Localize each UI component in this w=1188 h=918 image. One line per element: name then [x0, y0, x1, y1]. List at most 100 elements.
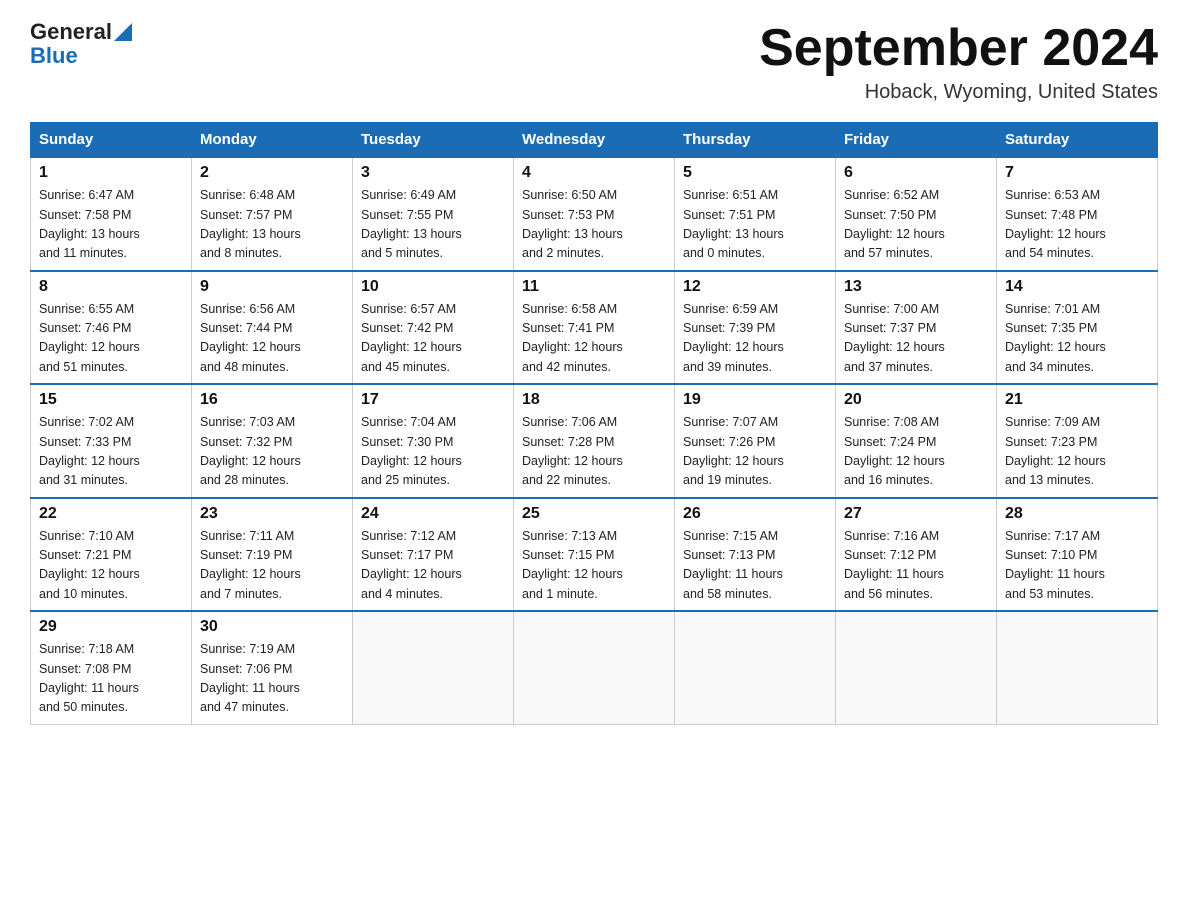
weekday-header-saturday: Saturday [997, 123, 1158, 158]
day-number: 22 [39, 505, 183, 523]
day-info: Sunrise: 7:08 AM Sunset: 7:24 PM Dayligh… [844, 413, 988, 491]
day-number: 21 [1005, 391, 1149, 409]
day-number: 9 [200, 278, 344, 296]
calendar-cell: 27 Sunrise: 7:16 AM Sunset: 7:12 PM Dayli… [836, 498, 997, 612]
calendar-cell: 15 Sunrise: 7:02 AM Sunset: 7:33 PM Dayli… [31, 384, 192, 498]
logo: General Blue [30, 20, 132, 68]
calendar-cell: 4 Sunrise: 6:50 AM Sunset: 7:53 PM Daylig… [514, 157, 675, 271]
day-number: 20 [844, 391, 988, 409]
day-info: Sunrise: 7:12 AM Sunset: 7:17 PM Dayligh… [361, 527, 505, 605]
calendar-cell: 30 Sunrise: 7:19 AM Sunset: 7:06 PM Dayli… [192, 611, 353, 724]
day-number: 29 [39, 618, 183, 636]
day-info: Sunrise: 7:02 AM Sunset: 7:33 PM Dayligh… [39, 413, 183, 491]
calendar-cell: 28 Sunrise: 7:17 AM Sunset: 7:10 PM Dayli… [997, 498, 1158, 612]
day-info: Sunrise: 7:09 AM Sunset: 7:23 PM Dayligh… [1005, 413, 1149, 491]
day-number: 30 [200, 618, 344, 636]
day-info: Sunrise: 7:06 AM Sunset: 7:28 PM Dayligh… [522, 413, 666, 491]
calendar-cell: 23 Sunrise: 7:11 AM Sunset: 7:19 PM Dayli… [192, 498, 353, 612]
day-number: 7 [1005, 164, 1149, 182]
calendar-table: SundayMondayTuesdayWednesdayThursdayFrid… [30, 122, 1158, 725]
weekday-header-wednesday: Wednesday [514, 123, 675, 158]
day-info: Sunrise: 6:51 AM Sunset: 7:51 PM Dayligh… [683, 186, 827, 264]
logo-general: General [30, 20, 112, 44]
day-number: 28 [1005, 505, 1149, 523]
calendar-cell: 11Sunrise: 6:58 AM Sunset: 7:41 PM Dayli… [514, 271, 675, 385]
day-number: 17 [361, 391, 505, 409]
day-info: Sunrise: 7:01 AM Sunset: 7:35 PM Dayligh… [1005, 300, 1149, 378]
day-number: 13 [844, 278, 988, 296]
calendar-cell [514, 611, 675, 724]
calendar-title: September 2024 [759, 20, 1158, 77]
week-row-4: 22Sunrise: 7:10 AM Sunset: 7:21 PM Dayli… [31, 498, 1158, 612]
day-number: 2 [200, 164, 344, 182]
calendar-cell: 13 Sunrise: 7:00 AM Sunset: 7:37 PM Dayli… [836, 271, 997, 385]
day-info: Sunrise: 6:53 AM Sunset: 7:48 PM Dayligh… [1005, 186, 1149, 264]
day-info: Sunrise: 7:00 AM Sunset: 7:37 PM Dayligh… [844, 300, 988, 378]
day-info: Sunrise: 7:16 AM Sunset: 7:12 PM Dayligh… [844, 527, 988, 605]
day-info: Sunrise: 7:19 AM Sunset: 7:06 PM Dayligh… [200, 640, 344, 718]
day-info: Sunrise: 7:17 AM Sunset: 7:10 PM Dayligh… [1005, 527, 1149, 605]
calendar-cell: 9 Sunrise: 6:56 AM Sunset: 7:44 PM Daylig… [192, 271, 353, 385]
day-info: Sunrise: 6:56 AM Sunset: 7:44 PM Dayligh… [200, 300, 344, 378]
calendar-cell: 3Sunrise: 6:49 AM Sunset: 7:55 PM Daylig… [353, 157, 514, 271]
day-number: 19 [683, 391, 827, 409]
calendar-cell: 16 Sunrise: 7:03 AM Sunset: 7:32 PM Dayli… [192, 384, 353, 498]
calendar-cell: 14Sunrise: 7:01 AM Sunset: 7:35 PM Dayli… [997, 271, 1158, 385]
calendar-cell: 1 Sunrise: 6:47 AM Sunset: 7:58 PM Daylig… [31, 157, 192, 271]
weekday-header-monday: Monday [192, 123, 353, 158]
weekday-header-sunday: Sunday [31, 123, 192, 158]
day-number: 23 [200, 505, 344, 523]
day-info: Sunrise: 6:59 AM Sunset: 7:39 PM Dayligh… [683, 300, 827, 378]
day-info: Sunrise: 6:50 AM Sunset: 7:53 PM Dayligh… [522, 186, 666, 264]
day-info: Sunrise: 6:55 AM Sunset: 7:46 PM Dayligh… [39, 300, 183, 378]
day-info: Sunrise: 6:48 AM Sunset: 7:57 PM Dayligh… [200, 186, 344, 264]
calendar-cell: 22Sunrise: 7:10 AM Sunset: 7:21 PM Dayli… [31, 498, 192, 612]
week-row-2: 8Sunrise: 6:55 AM Sunset: 7:46 PM Daylig… [31, 271, 1158, 385]
day-number: 4 [522, 164, 666, 182]
calendar-cell: 8Sunrise: 6:55 AM Sunset: 7:46 PM Daylig… [31, 271, 192, 385]
day-number: 5 [683, 164, 827, 182]
day-number: 3 [361, 164, 505, 182]
day-info: Sunrise: 7:07 AM Sunset: 7:26 PM Dayligh… [683, 413, 827, 491]
day-number: 27 [844, 505, 988, 523]
week-row-1: 1 Sunrise: 6:47 AM Sunset: 7:58 PM Daylig… [31, 157, 1158, 271]
calendar-cell: 7 Sunrise: 6:53 AM Sunset: 7:48 PM Daylig… [997, 157, 1158, 271]
day-number: 18 [522, 391, 666, 409]
calendar-subtitle: Hoback, Wyoming, United States [759, 81, 1158, 104]
title-block: September 2024 Hoback, Wyoming, United S… [759, 20, 1158, 104]
day-info: Sunrise: 7:03 AM Sunset: 7:32 PM Dayligh… [200, 413, 344, 491]
calendar-cell [836, 611, 997, 724]
day-info: Sunrise: 7:15 AM Sunset: 7:13 PM Dayligh… [683, 527, 827, 605]
day-info: Sunrise: 7:11 AM Sunset: 7:19 PM Dayligh… [200, 527, 344, 605]
day-info: Sunrise: 7:04 AM Sunset: 7:30 PM Dayligh… [361, 413, 505, 491]
day-info: Sunrise: 6:57 AM Sunset: 7:42 PM Dayligh… [361, 300, 505, 378]
day-info: Sunrise: 6:47 AM Sunset: 7:58 PM Dayligh… [39, 186, 183, 264]
weekday-header-thursday: Thursday [675, 123, 836, 158]
day-number: 10 [361, 278, 505, 296]
day-info: Sunrise: 7:13 AM Sunset: 7:15 PM Dayligh… [522, 527, 666, 605]
logo-triangle-icon [114, 23, 132, 41]
calendar-cell: 25Sunrise: 7:13 AM Sunset: 7:15 PM Dayli… [514, 498, 675, 612]
calendar-cell: 21 Sunrise: 7:09 AM Sunset: 7:23 PM Dayli… [997, 384, 1158, 498]
week-row-5: 29 Sunrise: 7:18 AM Sunset: 7:08 PM Dayli… [31, 611, 1158, 724]
day-number: 24 [361, 505, 505, 523]
calendar-cell: 19 Sunrise: 7:07 AM Sunset: 7:26 PM Dayli… [675, 384, 836, 498]
day-info: Sunrise: 7:18 AM Sunset: 7:08 PM Dayligh… [39, 640, 183, 718]
day-number: 15 [39, 391, 183, 409]
calendar-cell: 5 Sunrise: 6:51 AM Sunset: 7:51 PM Daylig… [675, 157, 836, 271]
calendar-cell: 29 Sunrise: 7:18 AM Sunset: 7:08 PM Dayli… [31, 611, 192, 724]
calendar-cell: 24 Sunrise: 7:12 AM Sunset: 7:17 PM Dayli… [353, 498, 514, 612]
calendar-cell: 2 Sunrise: 6:48 AM Sunset: 7:57 PM Daylig… [192, 157, 353, 271]
calendar-cell [675, 611, 836, 724]
day-info: Sunrise: 6:52 AM Sunset: 7:50 PM Dayligh… [844, 186, 988, 264]
day-number: 6 [844, 164, 988, 182]
calendar-cell: 10 Sunrise: 6:57 AM Sunset: 7:42 PM Dayli… [353, 271, 514, 385]
calendar-cell [353, 611, 514, 724]
calendar-cell: 18 Sunrise: 7:06 AM Sunset: 7:28 PM Dayli… [514, 384, 675, 498]
day-number: 1 [39, 164, 183, 182]
calendar-cell: 26 Sunrise: 7:15 AM Sunset: 7:13 PM Dayli… [675, 498, 836, 612]
weekday-header-friday: Friday [836, 123, 997, 158]
day-number: 16 [200, 391, 344, 409]
day-number: 26 [683, 505, 827, 523]
calendar-cell: 17 Sunrise: 7:04 AM Sunset: 7:30 PM Dayli… [353, 384, 514, 498]
